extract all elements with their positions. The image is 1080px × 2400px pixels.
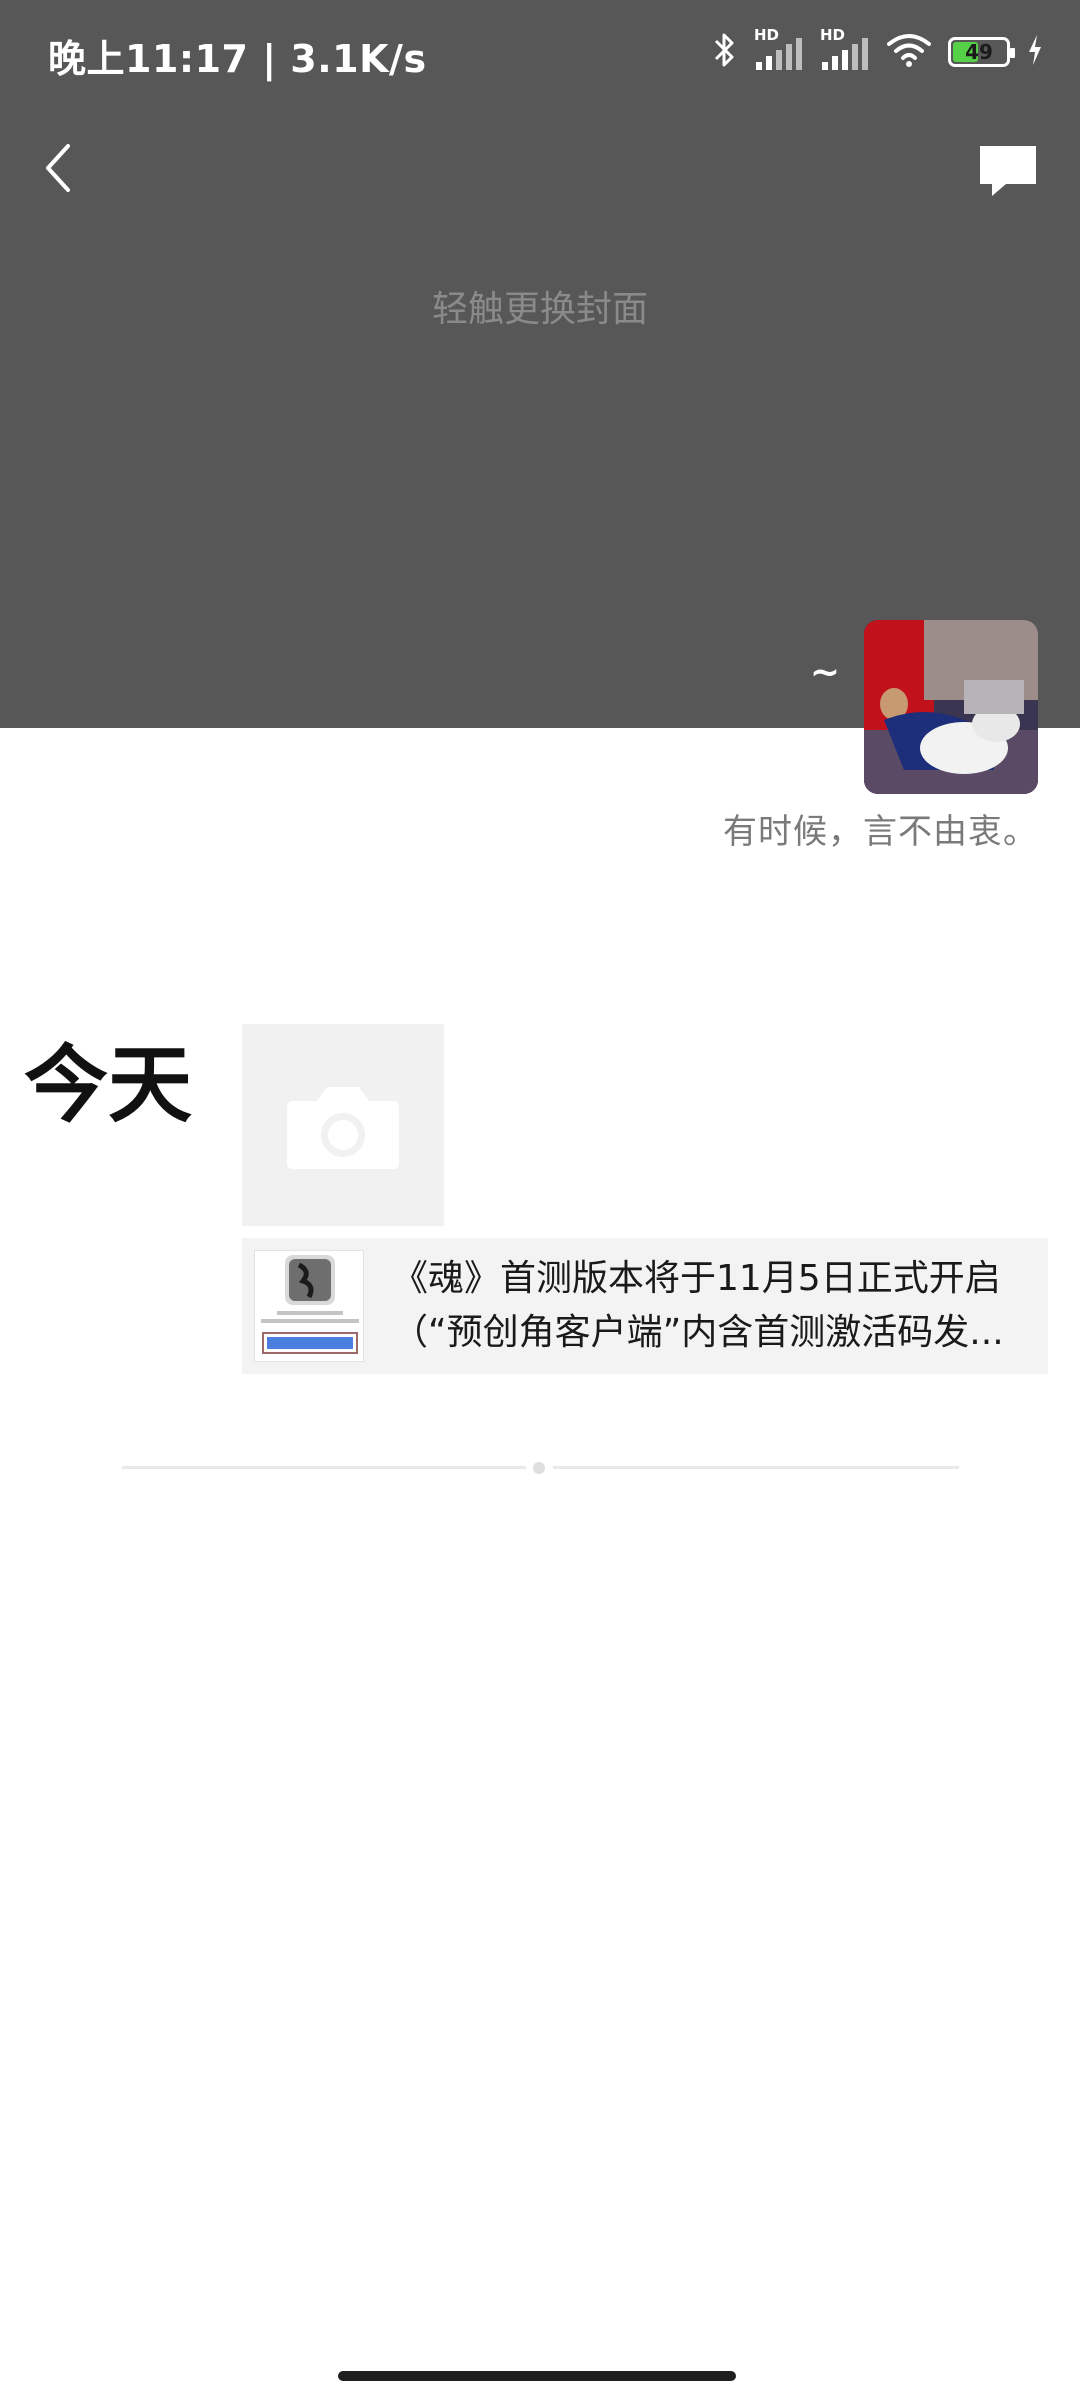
post-photo-button[interactable] bbox=[242, 1024, 444, 1226]
change-cover-hint[interactable]: 轻触更换封面 bbox=[0, 280, 1080, 332]
shared-article-card[interactable]: 《魂》首测版本将于11月5日正式开启 （“预创角客户端”内含首测激活码发... bbox=[242, 1238, 1048, 1374]
article-title-line-1: 《魂》首测版本将于11月5日正式开启 bbox=[392, 1258, 1001, 1299]
home-indicator[interactable] bbox=[338, 2371, 736, 2381]
feed-end-divider-left bbox=[122, 1466, 526, 1469]
signal-hd-icon: HD bbox=[820, 26, 870, 72]
battery-level: 49 bbox=[965, 40, 993, 64]
feed-end-dot bbox=[533, 1462, 545, 1474]
comment-button[interactable] bbox=[976, 142, 1040, 202]
status-time-speed: 晚上11:17 | 3.1K/s bbox=[48, 37, 427, 81]
back-button[interactable] bbox=[30, 132, 90, 202]
article-title: 《魂》首测版本将于11月5日正式开启 （“预创角客户端”内含首测激活码发... bbox=[392, 1252, 1032, 1360]
charging-icon bbox=[1026, 33, 1044, 71]
signal-hd-icon: HD bbox=[754, 26, 804, 72]
bluetooth-icon bbox=[712, 30, 738, 74]
nickname: ~ bbox=[809, 652, 840, 693]
status-bar: 晚上11:17 | 3.1K/s HD HD 49 bbox=[0, 0, 1080, 104]
battery-icon: 49 bbox=[948, 37, 1015, 67]
status-icons: HD HD 49 bbox=[712, 26, 1044, 74]
cover-area[interactable]: 晚上11:17 | 3.1K/s HD HD 49 轻触更换封面 ~ bbox=[0, 0, 1080, 728]
feed-end-divider-right bbox=[553, 1466, 959, 1469]
article-thumbnail bbox=[254, 1250, 364, 1362]
day-label: 今天 bbox=[24, 1036, 193, 1134]
battery-cap bbox=[1010, 48, 1015, 58]
back-arrow-icon bbox=[46, 144, 70, 192]
avatar[interactable] bbox=[864, 620, 1038, 794]
article-title-line-2: （“预创角客户端”内含首测激活码发... bbox=[392, 1312, 1004, 1353]
camera-icon bbox=[287, 1087, 399, 1169]
comment-icon bbox=[980, 146, 1036, 196]
signature: 有时候，言不由衷。 bbox=[723, 812, 1038, 852]
wifi-icon bbox=[886, 32, 932, 72]
